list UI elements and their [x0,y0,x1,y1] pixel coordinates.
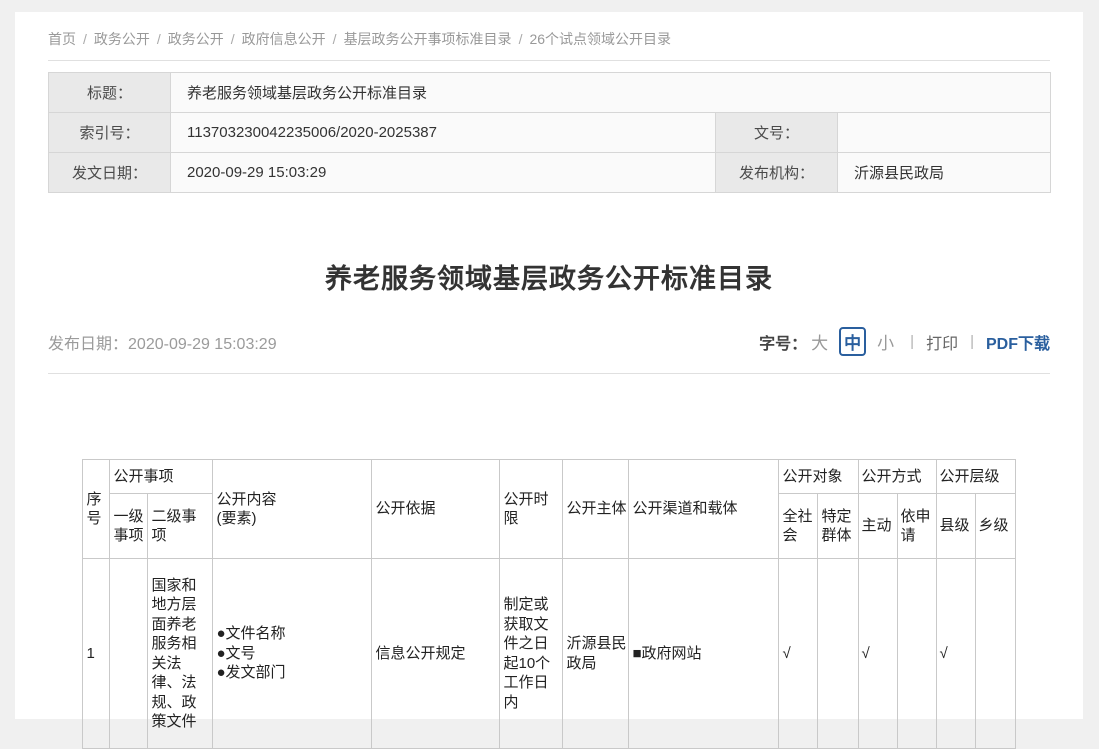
cell-basis: 信息公开规定 [372,559,500,749]
cell-time-limit: 制定或获取文件之日起10个工作日内 [500,559,563,749]
breadcrumb: 首页 / 政务公开 / 政务公开 / 政府信息公开 / 基层政务公开事项标准目录 / 26个试点领域… [48,12,1050,49]
cell-level-township-check [975,559,1015,749]
publish-date: 发布日期：2020-09-29 15:03:29 [48,330,277,354]
breadcrumb-separator: / [333,31,337,47]
publish-date-value: 2020-09-29 15:03:29 [128,336,277,353]
cell-level-county-check: √ [936,559,975,749]
header-method-active: 主动 [858,494,897,559]
toolbar-separator: | [910,333,914,350]
meta-row-index: 索引号： 113703230042235006/2020-2025387 文号： [49,113,1051,153]
article-divider [48,373,1050,374]
fontsize-label: 字号： [759,330,807,354]
page-title: 养老服务领域基层政务公开标准目录 [48,257,1050,296]
meta-row-date: 发文日期： 2020-09-29 15:03:29 发布机构： 沂源县民政局 [49,153,1051,193]
pdf-download-button[interactable]: PDF下载 [986,330,1050,354]
header-channel: 公开渠道和载体 [629,460,779,559]
breadcrumb-separator: / [519,31,523,47]
fontsize-medium-button[interactable]: 中 [839,327,866,356]
meta-row-title: 标题： 养老服务领域基层政务公开标准目录 [49,73,1051,113]
cell-aud-specific-check [818,559,858,749]
header-method-group: 公开方式 [858,460,936,494]
cell-level2: 国家和地方层面养老服务相关法律、法规、政策文件 [148,559,213,749]
catalog-row-1: 1 国家和地方层面养老服务相关法律、法规、政策文件 ●文件名称 ●文号 ●发文部… [83,559,1015,749]
toolbar-separator: | [970,333,974,350]
header-level2: 二级事项 [148,494,213,559]
article-toolbar: 字号： 大 中 小 | 打印 | PDF下载 [759,327,1050,356]
breadcrumb-zwgk-2[interactable]: 政务公开 [168,31,224,47]
header-time-limit: 公开时限 [500,460,563,559]
meta-date-label: 发文日期： [49,153,171,193]
catalog-header-row-1: 序号 公开事项 公开内容 (要素) 公开依据 公开时限 公开主体 公开渠道和载体… [83,460,1015,494]
meta-docnum-label: 文号： [716,113,838,153]
content-card: 首页 / 政务公开 / 政务公开 / 政府信息公开 / 基层政务公开事项标准目录 / 26个试点领域… [15,12,1083,719]
header-items-group: 公开事项 [110,460,213,494]
breadcrumb-divider [48,60,1050,61]
meta-agency-label: 发布机构： [716,153,838,193]
header-aud-public: 全社会 [779,494,818,559]
header-level-county: 县级 [936,494,975,559]
header-level-township: 乡级 [975,494,1015,559]
cell-method-active-check: √ [858,559,897,749]
breadcrumb-separator: / [157,31,161,47]
cell-aud-public-check: √ [779,559,818,749]
document-meta-table: 标题： 养老服务领域基层政务公开标准目录 索引号： 11370323004223… [48,72,1051,193]
meta-date-value: 2020-09-29 15:03:29 [171,153,716,193]
breadcrumb-gov-info[interactable]: 政府信息公开 [242,31,326,47]
meta-title-value: 养老服务领域基层政务公开标准目录 [171,73,1051,113]
header-basis: 公开依据 [372,460,500,559]
breadcrumb-catalog[interactable]: 基层政务公开事项标准目录 [344,31,512,47]
meta-docnum-value [838,113,1051,153]
cell-level1 [110,559,148,749]
header-aud-specific: 特定群体 [818,494,858,559]
meta-title-label: 标题： [49,73,171,113]
fontsize-large-button[interactable]: 大 [811,329,828,354]
cell-content: ●文件名称 ●文号 ●发文部门 [213,559,372,749]
article-meta-bar: 发布日期：2020-09-29 15:03:29 字号： 大 中 小 | 打印 … [48,327,1050,356]
header-audience-group: 公开对象 [779,460,858,494]
cell-subject: 沂源县民政局 [563,559,629,749]
header-seq: 序号 [83,460,110,559]
header-level-group: 公开层级 [936,460,1015,494]
meta-index-value: 113703230042235006/2020-2025387 [171,113,716,153]
breadcrumb-zwgk-1[interactable]: 政务公开 [94,31,150,47]
breadcrumb-current[interactable]: 26个试点领域公开目录 [529,31,671,47]
cell-seq: 1 [83,559,110,749]
meta-index-label: 索引号： [49,113,171,153]
breadcrumb-home[interactable]: 首页 [48,31,76,47]
publish-date-label: 发布日期： [48,336,128,353]
disclosure-catalog-table: 序号 公开事项 公开内容 (要素) 公开依据 公开时限 公开主体 公开渠道和载体… [82,459,1015,749]
header-subject: 公开主体 [563,460,629,559]
header-level1: 一级事项 [110,494,148,559]
print-button[interactable]: 打印 [926,330,958,354]
meta-agency-value: 沂源县民政局 [838,153,1051,193]
breadcrumb-separator: / [83,31,87,47]
cell-channel: ■政府网站 [629,559,779,749]
header-method-request: 依申请 [897,494,936,559]
header-content: 公开内容 (要素) [213,460,372,559]
breadcrumb-separator: / [231,31,235,47]
fontsize-small-button[interactable]: 小 [877,329,894,354]
cell-method-request-check [897,559,936,749]
